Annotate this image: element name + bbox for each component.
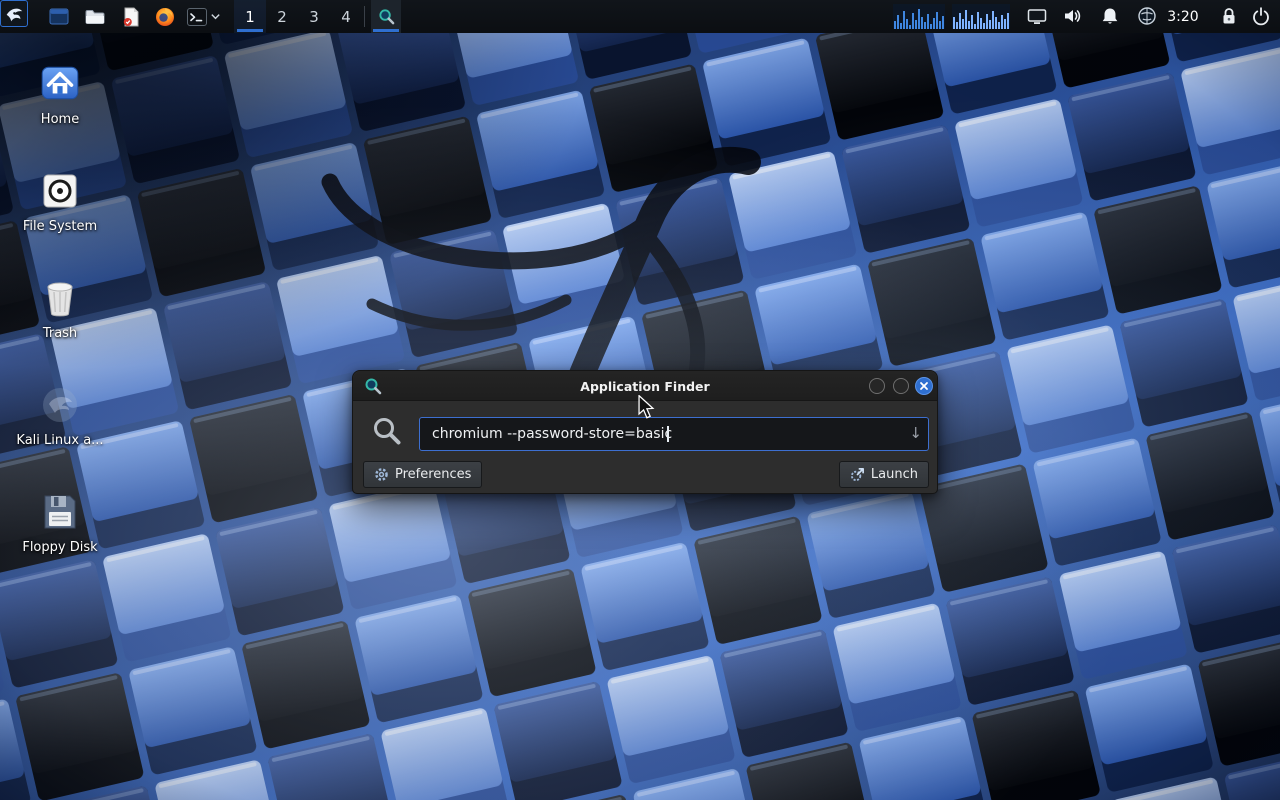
firefox-icon	[153, 5, 177, 29]
speaker-icon	[1062, 5, 1084, 27]
text-caret	[667, 426, 669, 442]
command-field-wrap: ↓	[419, 417, 929, 451]
applications-menu-button[interactable]	[0, 0, 28, 27]
workspace-switcher: 1 2 3 4	[234, 0, 362, 33]
trash-icon	[12, 268, 108, 320]
desktop: Home File System Trash	[0, 0, 1280, 800]
workspace-2[interactable]: 2	[266, 0, 298, 33]
launcher-window-app[interactable]	[44, 0, 74, 33]
tray-notifications[interactable]	[1099, 5, 1121, 27]
lock-icon	[1218, 5, 1240, 27]
launcher-firefox[interactable]	[150, 0, 180, 33]
desktop-icon-label: Kali Linux a...	[12, 433, 108, 448]
desktop-icon-file-system[interactable]: File System	[12, 161, 108, 234]
command-input[interactable]	[419, 417, 929, 451]
workspace-label: 1	[245, 8, 255, 26]
launcher-file-manager[interactable]	[80, 0, 110, 33]
button-row: Preferences Launch	[353, 461, 939, 488]
desktop-icon-home[interactable]: Home	[12, 54, 108, 127]
terminal-icon	[185, 5, 209, 29]
folder-icon	[83, 5, 107, 29]
mouse-cursor	[635, 395, 657, 419]
desktop-icon-label: Floppy Disk	[12, 540, 108, 555]
workspace-1[interactable]: 1	[234, 0, 266, 33]
preferences-label: Preferences	[395, 467, 471, 482]
launch-label: Launch	[871, 467, 918, 482]
desktop-icon-label: Trash	[12, 326, 108, 341]
maximize-button[interactable]	[893, 378, 909, 394]
tray-volume[interactable]	[1062, 5, 1084, 27]
taskbar-application-finder[interactable]	[371, 0, 401, 33]
tray-screen-lock[interactable]	[1218, 5, 1240, 27]
cpu-graph[interactable]	[952, 4, 1010, 29]
workspace-label: 4	[341, 8, 351, 26]
workspace-label: 3	[309, 8, 319, 26]
clock-text: 3:20	[1167, 9, 1198, 25]
power-icon	[1250, 5, 1272, 27]
search-icon	[371, 415, 403, 447]
close-button[interactable]	[915, 377, 933, 395]
history-dropdown-icon[interactable]: ↓	[909, 424, 922, 442]
file-system-icon	[12, 161, 108, 213]
workspace-4[interactable]: 4	[330, 0, 362, 33]
globe-icon	[1136, 5, 1158, 27]
chevron-down-icon	[210, 11, 221, 22]
document-icon	[119, 5, 143, 29]
tray-logout[interactable]	[1250, 5, 1272, 27]
panel-separator	[364, 6, 365, 27]
bell-icon	[1099, 5, 1121, 27]
home-icon	[12, 54, 108, 106]
desktop-icon-floppy-disk[interactable]: Floppy Disk	[12, 482, 108, 555]
panel-clock[interactable]: 3:20	[1160, 0, 1206, 33]
app-finder-icon	[378, 8, 395, 25]
tray-network[interactable]	[1136, 5, 1158, 27]
desktop-icon-label: Home	[12, 112, 108, 127]
gear-icon	[374, 467, 389, 482]
window-icon	[47, 5, 71, 29]
close-icon	[919, 381, 929, 391]
workspace-3[interactable]: 3	[298, 0, 330, 33]
terminal-dropdown-button[interactable]	[208, 0, 222, 33]
desktop-icon-trash[interactable]: Trash	[12, 268, 108, 341]
floppy-disk-icon	[12, 482, 108, 534]
display-icon	[1026, 5, 1048, 27]
minimize-button[interactable]	[869, 378, 885, 394]
launch-button[interactable]: Launch	[839, 461, 929, 488]
workspace-label: 2	[277, 8, 287, 26]
application-finder-window: Application Finder ↓	[352, 370, 938, 494]
launcher-text-editor[interactable]	[116, 0, 146, 33]
desktop-icon-label: File System	[12, 219, 108, 234]
network-graph[interactable]	[893, 4, 945, 29]
preferences-button[interactable]: Preferences	[363, 461, 482, 488]
tray-display[interactable]	[1026, 5, 1048, 27]
desktop-icon-kali-linux[interactable]: Kali Linux a...	[12, 375, 108, 448]
kali-logo-icon	[3, 3, 25, 25]
kali-ghost-icon	[12, 375, 108, 427]
launch-icon	[850, 467, 865, 482]
top-panel: 1 2 3 4	[0, 0, 1280, 33]
